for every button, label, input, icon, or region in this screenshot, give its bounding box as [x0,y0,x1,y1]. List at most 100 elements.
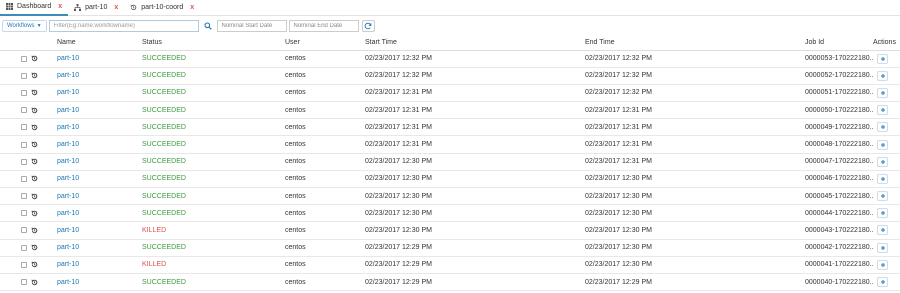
history-icon[interactable] [31,124,38,131]
name-column-header[interactable]: Name [57,36,142,51]
tab-dashboard[interactable]: Dashboard x [0,0,69,16]
name-cell: part-10 [57,239,142,257]
row-checkbox[interactable] [21,89,27,96]
action-settings-button[interactable] [877,156,888,167]
tab-part-10-coord[interactable]: part-10-coord x [124,0,200,16]
nominal-start-date-input[interactable] [216,19,287,32]
action-settings-button[interactable] [877,105,888,116]
jobs-table: Name Status User Start Time End Time Job… [0,36,900,292]
history-icon[interactable] [31,261,38,268]
job-name-link[interactable]: part-10 [57,72,79,79]
action-settings-button[interactable] [877,225,888,236]
filter-input[interactable] [48,19,199,32]
end-time-cell: 02/23/2017 12:30 PM [585,170,805,189]
status-cell: SUCCEEDED [142,67,285,85]
history-icon[interactable] [31,55,38,62]
action-settings-button[interactable] [877,122,888,133]
row-checkbox[interactable] [21,227,27,234]
job-name-link[interactable]: part-10 [57,244,79,251]
history-icon[interactable] [31,72,38,79]
tab-close-button[interactable]: x [190,4,194,11]
action-settings-button[interactable] [877,277,888,288]
row-checkbox[interactable] [21,72,27,79]
end-time-cell: 02/23/2017 12:31 PM [585,118,805,137]
actions-cell [873,118,900,137]
action-settings-button[interactable] [877,87,888,98]
tab-close-button[interactable]: x [58,3,62,10]
tab-part-10[interactable]: part-10 x [68,0,124,16]
row-checkbox[interactable] [21,175,27,182]
row-select-cell [0,256,57,274]
history-icon[interactable] [31,227,38,234]
status-cell: SUCCEEDED [142,153,285,171]
row-checkbox[interactable] [21,279,27,286]
row-checkbox[interactable] [21,158,27,165]
row-checkbox[interactable] [21,107,27,114]
action-settings-button[interactable] [877,242,888,253]
history-icon[interactable] [31,210,38,217]
action-settings-button[interactable] [877,259,888,270]
user-column-header[interactable]: User [285,36,365,51]
action-settings-button[interactable] [877,191,888,202]
user-cell: centos [285,67,365,85]
job-name-link[interactable]: part-10 [57,210,79,217]
tab-close-button[interactable]: x [114,4,118,11]
row-checkbox[interactable] [21,210,27,217]
status-text: SUCCEEDED [142,158,186,166]
row-checkbox[interactable] [21,124,27,131]
history-icon[interactable] [31,193,38,200]
action-settings-button[interactable] [877,139,888,150]
history-icon[interactable] [31,244,38,251]
end-time-cell: 02/23/2017 12:30 PM [585,239,805,257]
end-time-column-header[interactable]: End Time [585,36,805,51]
user-cell: centos [285,50,365,68]
nominal-end-date-input[interactable] [288,19,359,32]
row-checkbox[interactable] [21,261,27,268]
start-time-column-header[interactable]: Start Time [365,36,585,51]
job-name-link[interactable]: part-10 [57,261,79,268]
history-icon[interactable] [31,279,38,286]
job-name-link[interactable]: part-10 [57,175,79,182]
row-checkbox[interactable] [21,244,27,251]
workflows-dropdown[interactable]: Workflows ▼ [2,19,47,32]
user-cell: centos [285,187,365,206]
job-name-link[interactable]: part-10 [57,193,79,200]
gear-icon [880,194,885,198]
gear-icon [880,56,885,61]
history-icon[interactable] [31,141,38,148]
status-column-header[interactable]: Status [142,36,285,51]
end-time-cell: 02/23/2017 12:31 PM [585,153,805,171]
status-cell: SUCCEEDED [142,101,285,120]
end-time-cell: 02/23/2017 12:32 PM [585,67,805,85]
gear-icon [880,263,885,267]
job-name-link[interactable]: part-10 [57,89,79,96]
row-checkbox[interactable] [21,141,27,148]
job-id-column-header[interactable]: Job Id [805,36,873,51]
row-checkbox[interactable] [21,55,27,62]
start-time-cell: 02/23/2017 12:30 PM [365,204,585,223]
user-cell: centos [285,221,365,240]
select-column-header [0,36,57,51]
job-name-link[interactable]: part-10 [57,158,79,165]
refresh-button[interactable] [361,19,375,32]
status-cell: SUCCEEDED [142,187,285,206]
job-name-link[interactable]: part-10 [57,279,79,286]
row-select-cell [0,204,57,223]
table-row: part-10 SUCCEEDED centos 02/23/2017 12:3… [0,204,900,223]
action-settings-button[interactable] [877,53,888,64]
job-name-link[interactable]: part-10 [57,55,79,62]
job-name-link[interactable]: part-10 [57,141,79,148]
action-settings-button[interactable] [877,208,888,219]
history-icon[interactable] [31,158,38,165]
history-icon[interactable] [31,175,38,182]
history-icon [130,4,137,11]
job-name-link[interactable]: part-10 [57,227,79,234]
row-checkbox[interactable] [21,193,27,200]
job-name-link[interactable]: part-10 [57,107,79,114]
history-icon[interactable] [31,107,38,114]
search-button[interactable] [201,20,215,32]
action-settings-button[interactable] [877,173,888,184]
job-name-link[interactable]: part-10 [57,124,79,131]
history-icon[interactable] [31,89,38,96]
action-settings-button[interactable] [877,70,888,81]
